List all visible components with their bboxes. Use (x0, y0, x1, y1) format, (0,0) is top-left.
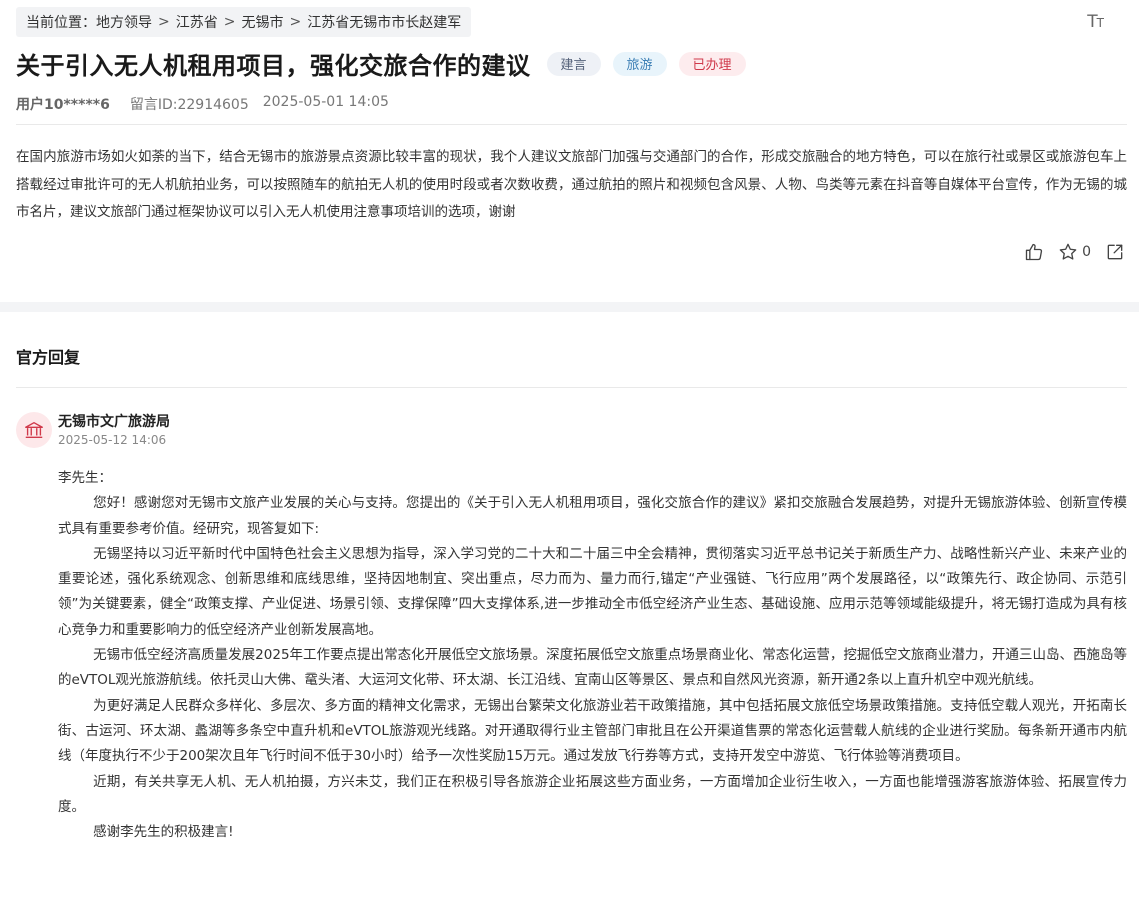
post-meta: 用户10*****6 留言ID:22914605 2025-05-01 14:0… (16, 94, 389, 114)
divider (16, 387, 1127, 388)
section-divider-band (0, 302, 1139, 312)
favorite-count: 0 (1082, 244, 1091, 260)
breadcrumb-separator: > (223, 14, 236, 30)
reply-paragraph: 无锡坚持以习近平新时代中国特色社会主义思想为指导，深入学习党的二十大和二十届三中… (58, 545, 1127, 638)
breadcrumb: 当前位置： 地方领导 > 江苏省 > 无锡市 > 江苏省无锡市市长赵建军 (16, 7, 472, 37)
divider (16, 124, 1127, 125)
breadcrumb-item-jiangsu[interactable]: 江苏省 (176, 12, 218, 32)
breadcrumb-item-wuxi[interactable]: 无锡市 (241, 12, 283, 32)
share-button[interactable] (1105, 242, 1125, 262)
share-icon (1107, 244, 1123, 260)
font-size-icon-big: T (1087, 12, 1097, 32)
font-size-icon-small: T (1096, 16, 1104, 30)
breadcrumb-item-local-leaders[interactable]: 地方领导 (96, 12, 152, 32)
thumbs-up-icon (1025, 243, 1043, 261)
government-building-icon (25, 421, 43, 439)
message-id: 留言ID:22914605 (129, 97, 249, 113)
reply-organization: 无锡市文广旅游局 (58, 414, 170, 430)
post-author: 用户10*****6 (16, 97, 110, 113)
tag-suggestion: 建言 (546, 51, 601, 76)
reply-datetime: 2025-05-12 14:06 (58, 433, 167, 447)
reply-paragraph: 您好！感谢您对无锡市文旅产业发展的关心与支持。您提出的《关于引入无人机租用项目，… (58, 495, 1127, 537)
font-size-icon[interactable]: TT (1087, 12, 1104, 32)
avatar (16, 412, 52, 448)
breadcrumb-separator: > (289, 14, 302, 30)
tag-tourism: 旅游 (612, 51, 667, 76)
favorite-button[interactable]: 0 (1058, 242, 1091, 262)
reply-closing: 感谢李先生的积极建言! (93, 824, 234, 841)
breadcrumb-separator: > (158, 14, 170, 30)
post-header: 关于引入无人机租用项目，强化交旅合作的建议 建言 旅游 已办理 (16, 46, 746, 81)
post-datetime: 2025-05-01 14:05 (262, 94, 389, 110)
reply-salutation: 李先生： (58, 470, 112, 486)
official-reply-heading: 官方回复 (16, 348, 81, 367)
breadcrumb-item-mayor[interactable]: 江苏省无锡市市长赵建军 (307, 12, 461, 32)
page-title: 关于引入无人机租用项目，强化交旅合作的建议 (16, 52, 531, 80)
reply-paragraph: 无锡市低空经济高质量发展2025年工作要点提出常态化开展低空文旅场景。深度拓展低… (58, 647, 1127, 689)
status-badge: 已办理 (678, 51, 746, 76)
post-content: 在国内旅游市场如火如荼的当下，结合无锡市的旅游景点资源比较丰富的现状，我个人建议… (16, 149, 1127, 220)
like-button[interactable] (1024, 242, 1044, 262)
post-actions: 0 (1024, 242, 1125, 262)
reply-body: 李先生： 您好！感谢您对无锡市文旅产业发展的关心与支持。您提出的《关于引入无人机… (58, 466, 1127, 845)
reply-paragraph: 为更好满足人民群众多样化、多层次、多方面的精神文化需求，无锡出台繁荣文化旅游业若… (58, 697, 1127, 765)
reply-paragraph: 近期，有关共享无人机、无人机拍摄，方兴未艾，我们正在积极引导各旅游企业拓展这些方… (58, 773, 1127, 815)
star-icon (1059, 243, 1077, 260)
breadcrumb-prefix: 当前位置： (26, 15, 96, 31)
